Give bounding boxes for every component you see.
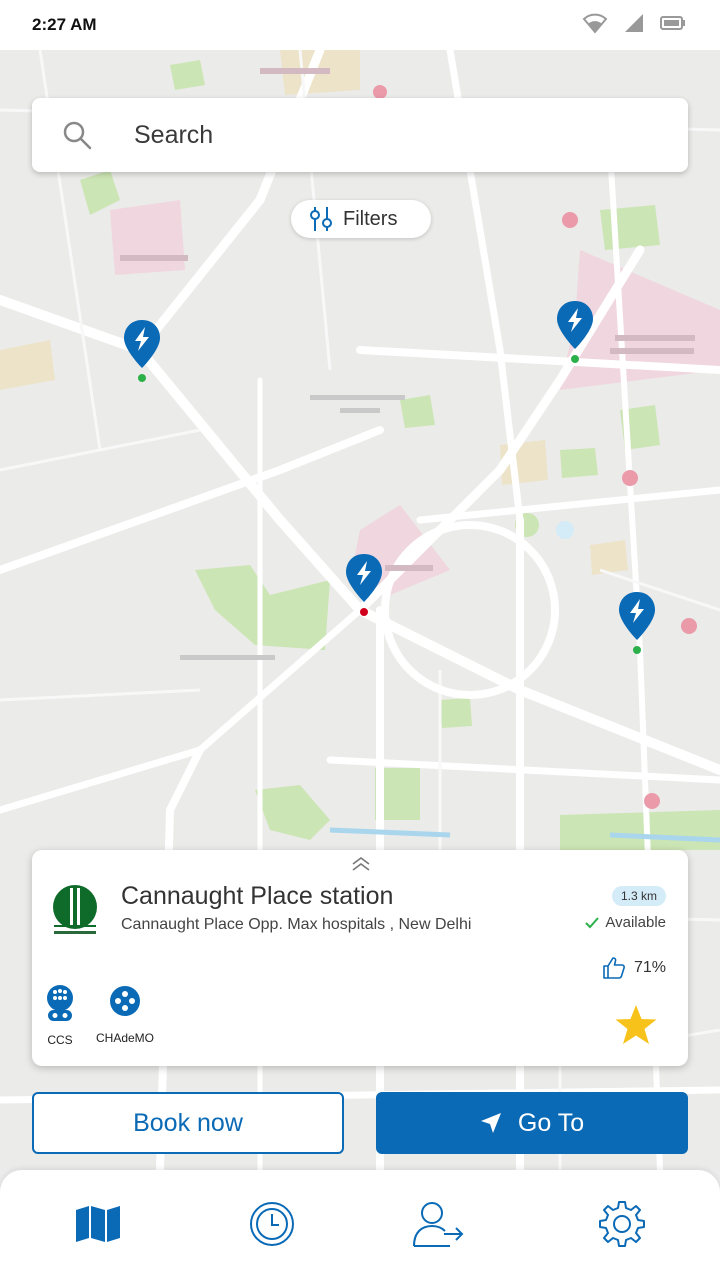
station-address: Cannaught Place Opp. Max hospitals , New… (121, 916, 472, 933)
go-to-label: Go To (517, 1108, 585, 1137)
station-pin-4[interactable] (617, 590, 657, 656)
go-to-button[interactable]: Go To (376, 1092, 688, 1154)
wifi-icon (582, 13, 608, 34)
status-icons (582, 12, 686, 34)
ccs-connector-icon (47, 985, 73, 1021)
distance-badge: 1.3 km (611, 886, 666, 906)
nav-profile-switch[interactable] (412, 1198, 464, 1250)
sliders-icon (310, 207, 332, 231)
station-pin-2[interactable] (555, 299, 595, 365)
station-name: Cannaught Place station (121, 882, 394, 910)
nav-settings[interactable] (596, 1198, 648, 1250)
book-now-button[interactable]: Book now (32, 1092, 344, 1154)
connector-ccs[interactable]: CCS (44, 984, 76, 1047)
chevron-up-icon[interactable] (351, 856, 371, 872)
settings-icon (599, 1201, 645, 1247)
station-card[interactable]: Cannaught Place station Cannaught Place … (32, 850, 688, 1066)
filters-button[interactable]: Filters (291, 200, 431, 238)
station-pin-1[interactable] (122, 318, 162, 384)
signal-icon (625, 14, 643, 32)
availability-status: Available (585, 914, 666, 931)
star-icon[interactable] (614, 1004, 658, 1046)
book-now-label: Book now (133, 1108, 243, 1137)
filters-label: Filters (343, 207, 398, 230)
station-logo (53, 885, 97, 934)
chademo-connector-icon (110, 986, 140, 1016)
nav-map[interactable] (72, 1198, 124, 1250)
status-bar: 2:27 AM (0, 0, 720, 50)
rating: 71% (602, 956, 666, 980)
battery-icon (660, 16, 685, 30)
check-icon (585, 916, 600, 928)
connector-label: CCS (47, 1033, 73, 1047)
navigation-arrow-icon (480, 1113, 501, 1133)
station-pin-3[interactable] (344, 552, 384, 618)
nav-history[interactable] (246, 1198, 298, 1250)
search-input[interactable] (132, 112, 656, 158)
history-icon (250, 1202, 294, 1246)
bottom-nav (0, 1170, 720, 1280)
profile-switch-icon (413, 1202, 464, 1247)
thumbs-up-icon (603, 957, 625, 979)
search-icon[interactable] (62, 120, 92, 150)
connector-chademo[interactable]: CHAdeMO (96, 984, 154, 1045)
search-bar[interactable] (32, 98, 688, 172)
status-time: 2:27 AM (32, 15, 97, 34)
rating-value: 71% (633, 959, 666, 976)
map-icon (76, 1206, 120, 1242)
connector-label: CHAdeMO (96, 1031, 155, 1045)
availability-label: Available (605, 914, 666, 931)
